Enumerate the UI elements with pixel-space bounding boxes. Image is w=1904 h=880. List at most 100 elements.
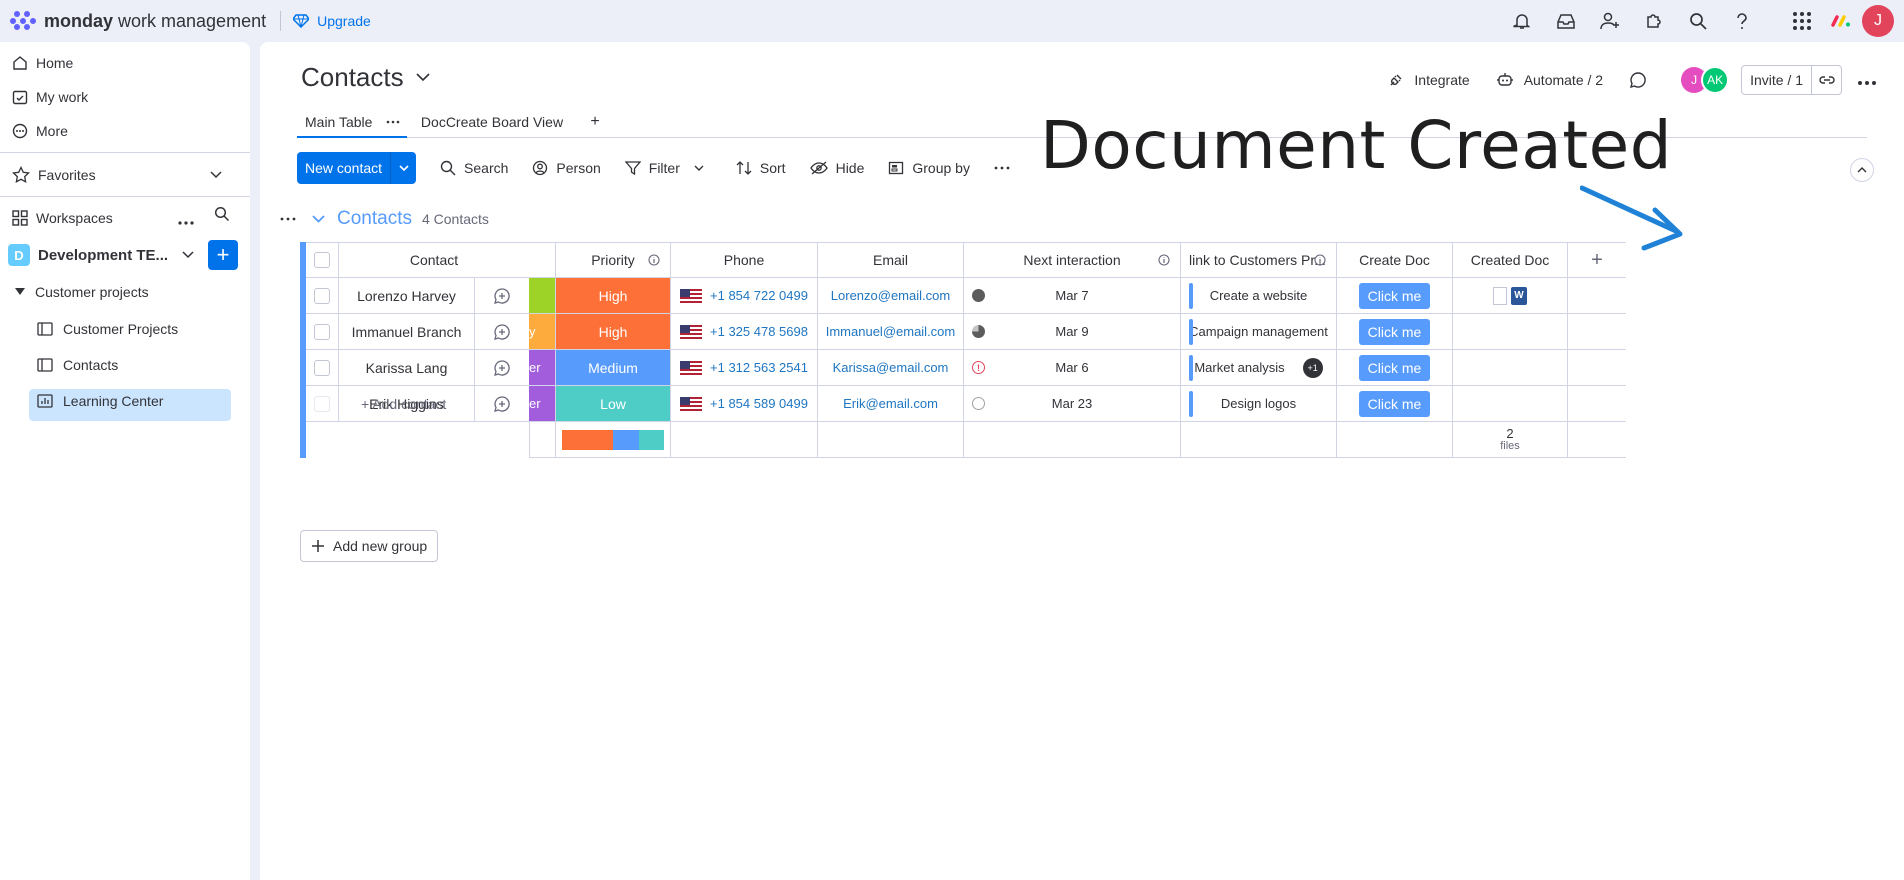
email-link[interactable]: Karissa@email.com: [833, 360, 949, 375]
priority-segment-low[interactable]: [638, 429, 664, 450]
column-header-contact[interactable]: Contact: [339, 242, 529, 278]
chevron-down-icon[interactable]: [390, 152, 416, 184]
email-cell[interactable]: Karissa@email.com: [818, 350, 964, 386]
select-all-checkbox[interactable]: [314, 252, 330, 268]
linked-item[interactable]: Market analysis: [1194, 360, 1284, 375]
group-options-icon[interactable]: [280, 217, 296, 221]
email-cell[interactable]: Lorenzo@email.com: [818, 278, 964, 314]
column-header-next-interaction[interactable]: Next interaction: [964, 242, 1181, 278]
collapse-header-button[interactable]: [1850, 158, 1874, 182]
column-header-create-doc[interactable]: Create Doc: [1337, 242, 1453, 278]
created-doc-cell[interactable]: W: [1453, 278, 1568, 314]
help-icon[interactable]: [1720, 0, 1764, 42]
sidebar-item-home[interactable]: Home: [12, 55, 73, 71]
email-cell[interactable]: Immanuel@email.com: [818, 314, 964, 350]
phone-cell[interactable]: +1 854 722 0499: [671, 278, 818, 314]
link-cell[interactable]: Campaign management: [1181, 314, 1337, 350]
info-icon[interactable]: [648, 254, 660, 266]
sidebar-item-more[interactable]: More: [12, 123, 68, 139]
copy-link-icon[interactable]: [1811, 66, 1841, 94]
priority-distribution-bar[interactable]: [562, 429, 664, 450]
workspace-search-icon[interactable]: [214, 206, 230, 225]
priority-segment-high[interactable]: [562, 429, 613, 450]
row-checkbox[interactable]: [314, 287, 330, 304]
tab-options-icon[interactable]: [386, 120, 400, 124]
new-contact-button[interactable]: New contact: [297, 152, 417, 184]
hide-button[interactable]: Hide: [809, 160, 864, 176]
sidebar-item-contacts[interactable]: Contacts: [37, 357, 118, 373]
linked-item[interactable]: Create a website: [1210, 288, 1308, 303]
click-me-button[interactable]: Click me: [1358, 354, 1431, 381]
priority-segment-medium[interactable]: [613, 429, 639, 450]
monday-logo[interactable]: monday work management: [10, 0, 266, 42]
apps-grid-icon[interactable]: [1780, 0, 1824, 42]
linked-item[interactable]: Campaign management: [1189, 324, 1328, 339]
automate-button[interactable]: Automate / 2: [1496, 72, 1603, 88]
integrate-button[interactable]: Integrate: [1388, 72, 1470, 88]
category-status-cell[interactable]: y: [529, 314, 556, 350]
column-header-link-customers[interactable]: link to Customers Pr...: [1181, 242, 1337, 278]
column-header-created-doc[interactable]: Created Doc: [1453, 242, 1568, 278]
workspace-selector[interactable]: D Development TE...: [8, 240, 204, 270]
tab-main-table[interactable]: Main Table: [297, 106, 407, 138]
link-cell[interactable]: Market analysis +1: [1181, 350, 1337, 386]
folder-customer-projects[interactable]: Customer projects: [15, 284, 149, 300]
contact-name-cell[interactable]: Immanuel Branch: [339, 314, 475, 350]
file-thumbnail-icon[interactable]: [1493, 286, 1507, 305]
conversation-cell[interactable]: [475, 350, 529, 386]
sidebar-item-my-work[interactable]: My work: [12, 89, 88, 105]
user-avatar[interactable]: J: [1862, 5, 1894, 37]
toolbar-more-icon[interactable]: [994, 166, 1018, 170]
board-title[interactable]: Contacts: [301, 62, 430, 93]
person-filter-button[interactable]: Person: [532, 160, 601, 176]
group-by-button[interactable]: Group by: [888, 160, 970, 176]
sidebar-item-workspaces[interactable]: Workspaces: [12, 210, 113, 226]
invite-members-icon[interactable]: [1588, 0, 1632, 42]
add-workspace-item-button[interactable]: +: [208, 240, 238, 270]
contact-name-cell[interactable]: Karissa Lang: [339, 350, 475, 386]
phone-number[interactable]: +1 854 722 0499: [710, 288, 808, 303]
tab-doccreate-board-view[interactable]: DocCreate Board View: [417, 106, 567, 138]
next-interaction-cell[interactable]: ! Mar 6: [964, 350, 1181, 386]
sort-button[interactable]: Sort: [736, 160, 786, 176]
click-me-button[interactable]: Click me: [1358, 318, 1431, 345]
category-status-cell[interactable]: er: [529, 350, 556, 386]
info-icon[interactable]: [1158, 254, 1170, 266]
row-checkbox[interactable]: [314, 359, 330, 376]
search-icon[interactable]: [1676, 0, 1720, 42]
priority-cell[interactable]: High: [556, 314, 671, 350]
email-link[interactable]: Lorenzo@email.com: [831, 288, 950, 303]
next-interaction-cell[interactable]: Mar 7: [964, 278, 1181, 314]
search-button[interactable]: Search: [440, 160, 508, 176]
chevron-down-icon[interactable]: [312, 215, 325, 223]
info-icon[interactable]: [1314, 254, 1326, 266]
next-interaction-cell[interactable]: Mar 9: [964, 314, 1181, 350]
sidebar-item-learning-center[interactable]: Learning Center: [37, 393, 163, 409]
more-items-badge[interactable]: +1: [1302, 357, 1323, 378]
contact-name-cell[interactable]: Lorenzo Harvey: [339, 278, 475, 314]
category-status-cell[interactable]: [529, 278, 556, 314]
add-view-button[interactable]: +: [583, 106, 607, 138]
phone-number[interactable]: +1 325 478 5698: [710, 324, 808, 339]
phone-cell[interactable]: +1 312 563 2541: [671, 350, 818, 386]
inbox-icon[interactable]: [1544, 0, 1588, 42]
updates-icon[interactable]: [1629, 71, 1657, 89]
created-doc-cell[interactable]: [1453, 314, 1568, 350]
add-new-group-button[interactable]: Add new group: [300, 530, 439, 562]
word-doc-icon[interactable]: W: [1511, 286, 1527, 305]
column-header-phone[interactable]: Phone: [671, 242, 818, 278]
conversation-cell[interactable]: [475, 314, 529, 350]
bell-icon[interactable]: [1500, 0, 1544, 42]
invite-button[interactable]: Invite / 1: [1741, 65, 1842, 95]
workspace-options-icon[interactable]: [178, 212, 194, 228]
priority-cell[interactable]: High: [556, 278, 671, 314]
board-menu-icon[interactable]: [1858, 72, 1876, 88]
column-header-email[interactable]: Email: [818, 242, 964, 278]
email-link[interactable]: Immanuel@email.com: [826, 324, 956, 339]
column-header-priority[interactable]: Priority: [556, 242, 671, 278]
add-column-button[interactable]: +: [1568, 242, 1626, 278]
link-cell[interactable]: Create a website: [1181, 278, 1337, 314]
conversation-cell[interactable]: [475, 278, 529, 314]
apps-puzzle-icon[interactable]: [1632, 0, 1676, 42]
sidebar-item-customer-projects[interactable]: Customer Projects: [37, 321, 178, 337]
